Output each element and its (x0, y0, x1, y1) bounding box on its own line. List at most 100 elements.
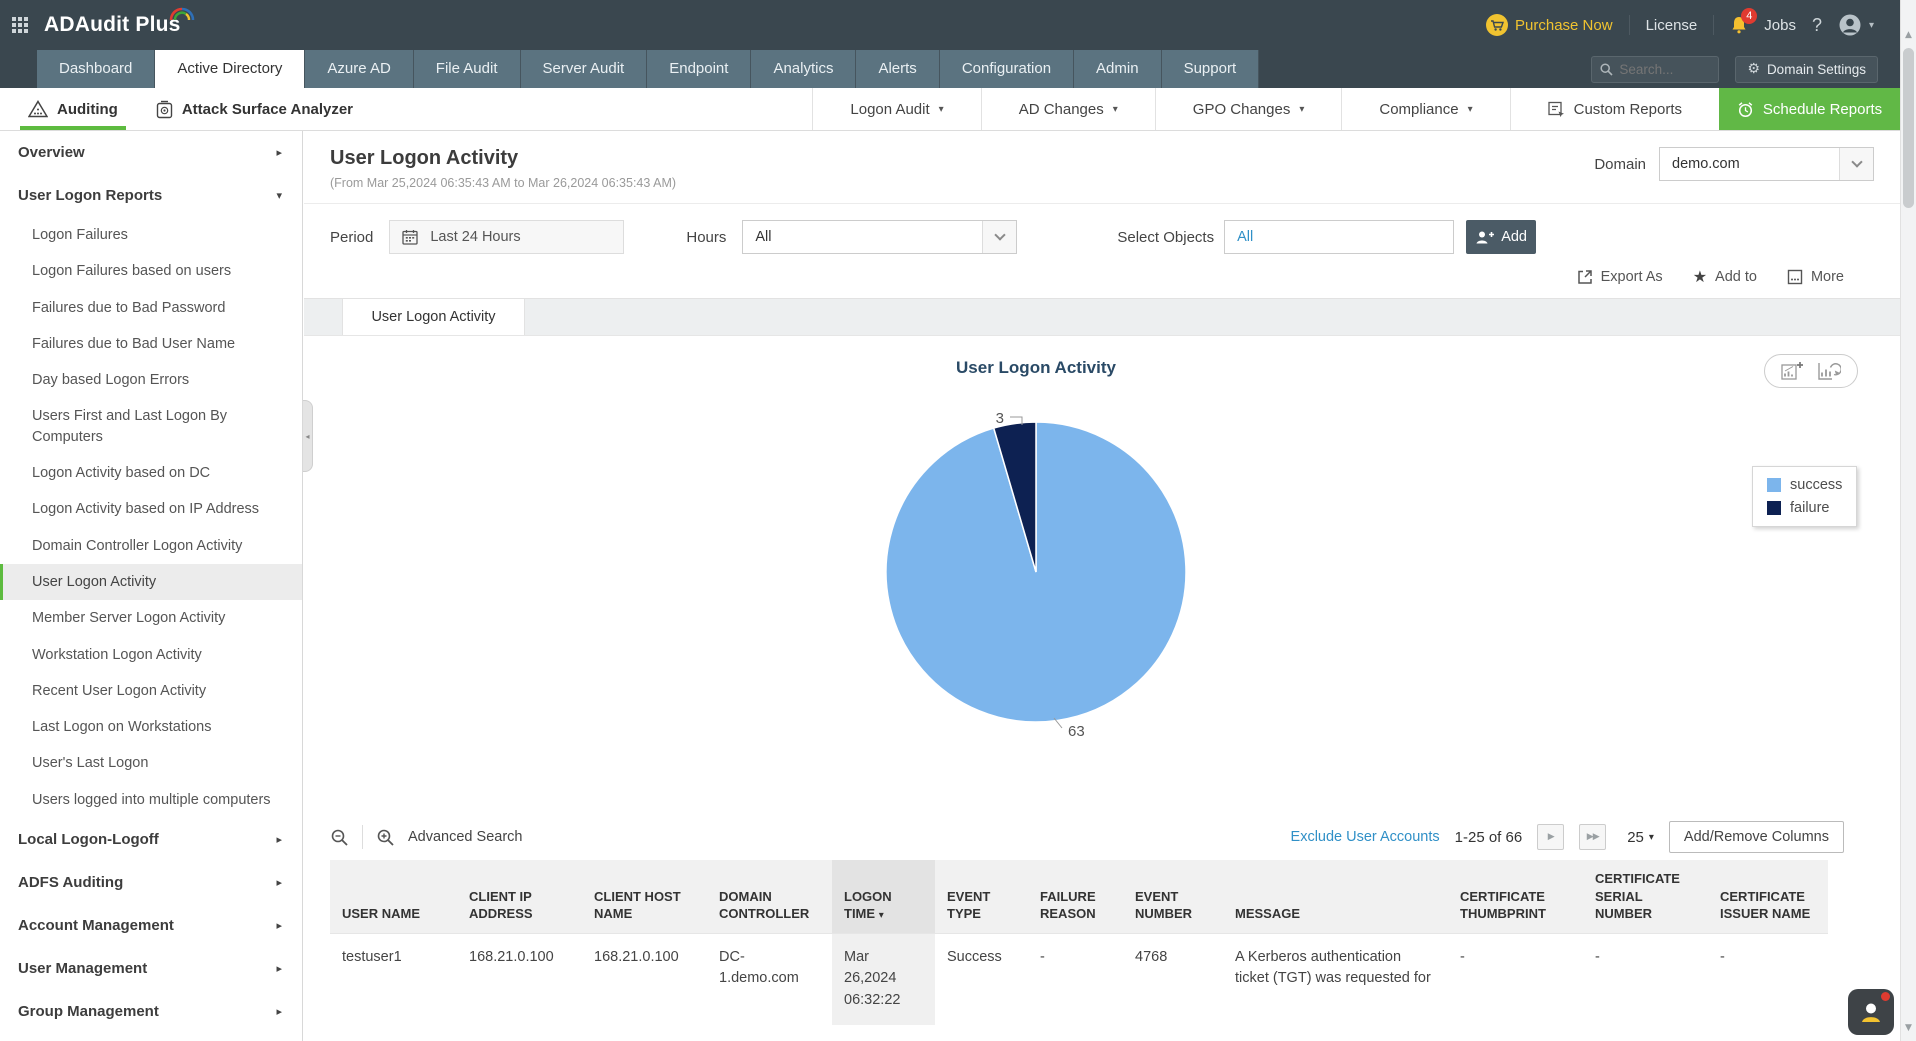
legend-item-success[interactable]: success (1767, 477, 1842, 493)
advanced-search-label[interactable]: Advanced Search (408, 829, 522, 845)
global-search[interactable] (1591, 55, 1720, 83)
tab-file-audit[interactable]: File Audit (413, 50, 521, 88)
tab-attack-surface-analyzer[interactable]: Attack Surface Analyzer (156, 88, 353, 130)
advanced-search-icon[interactable] (376, 828, 395, 847)
menu-ad-changes[interactable]: AD Changes ▾ (980, 88, 1155, 130)
sidebar-section-local-logon-logoff[interactable]: Local Logon-Logoff ▸ (0, 818, 302, 861)
menu-compliance[interactable]: Compliance ▾ (1341, 88, 1509, 130)
sidebar-collapse-handle[interactable]: ◂ (303, 400, 313, 472)
tab-endpoint[interactable]: Endpoint (647, 50, 752, 88)
app-grid-icon[interactable] (12, 17, 28, 33)
table-row[interactable]: testuser1 168.21.0.100 168.21.0.100 DC-1… (330, 932, 1828, 1025)
col-domain-controller[interactable]: DOMAIN CONTROLLER (707, 860, 832, 934)
sidebar-item-recent-user[interactable]: Recent User Logon Activity (0, 673, 302, 709)
sidebar-item-multiple-computers[interactable]: Users logged into multiple computers (0, 782, 302, 818)
sidebar-section-user-management[interactable]: User Management ▸ (0, 947, 302, 990)
col-logon-time[interactable]: LOGON TIME ▾ (832, 860, 935, 934)
sidebar-item-workstation[interactable]: Workstation Logon Activity (0, 637, 302, 673)
col-user-name[interactable]: USER NAME (330, 860, 457, 934)
sidebar-item-logon-failures-users[interactable]: Logon Failures based on users (0, 253, 302, 289)
col-client-host[interactable]: CLIENT HOST NAME (582, 860, 707, 934)
scroll-up-arrow[interactable]: ▲ (1901, 30, 1916, 40)
sidebar-item-member-server[interactable]: Member Server Logon Activity (0, 600, 302, 636)
sidebar-section-group-management[interactable]: Group Management ▸ (0, 990, 302, 1033)
sidebar-item-users-last-logon[interactable]: User's Last Logon (0, 745, 302, 781)
scrollbar-thumb[interactable] (1903, 48, 1914, 208)
col-cert-serial[interactable]: CERTIFICATE SERIAL NUMBER (1583, 860, 1708, 934)
refresh-chart-icon[interactable] (1817, 361, 1841, 381)
tab-support[interactable]: Support (1161, 50, 1260, 88)
divider (1628, 15, 1630, 35)
select-objects-field[interactable]: All (1224, 220, 1455, 254)
vertical-scrollbar[interactable]: ▲ ▼ (1900, 0, 1916, 1041)
app-logo[interactable]: ADAudit Plus (44, 7, 194, 37)
sidebar-section-account-management[interactable]: Account Management ▸ (0, 904, 302, 947)
tab-azure-ad[interactable]: Azure AD (305, 50, 414, 88)
add-objects-button[interactable]: Add (1466, 220, 1537, 254)
sidebar-item-last-logon-workstations[interactable]: Last Logon on Workstations (0, 709, 302, 745)
sidebar-item-logon-failures[interactable]: Logon Failures (0, 217, 302, 253)
sidebar-item-bad-user-name[interactable]: Failures due to Bad User Name (0, 326, 302, 362)
hours-select[interactable]: All (742, 220, 1018, 254)
more-button[interactable]: More (1787, 269, 1844, 285)
custom-reports-button[interactable]: Custom Reports (1509, 88, 1719, 130)
col-message[interactable]: MESSAGE (1223, 860, 1448, 934)
user-menu-button[interactable]: ▾ (1838, 13, 1874, 37)
col-event-type[interactable]: EVENT TYPE (935, 860, 1028, 934)
sidebar-item-first-last-logon[interactable]: Users First and Last Logon By Computers (0, 398, 302, 455)
sidebar-section-user-logon-reports[interactable]: User Logon Reports ▾ (0, 174, 302, 217)
col-failure-reason[interactable]: FAILURE REASON (1028, 860, 1123, 934)
menu-gpo-changes[interactable]: GPO Changes ▾ (1154, 88, 1342, 130)
domain-select[interactable]: demo.com (1659, 147, 1874, 181)
domain-settings-button[interactable]: ⚙ Domain Settings (1735, 55, 1878, 83)
col-cert-thumbprint[interactable]: CERTIFICATE THUMBPRINT (1448, 860, 1583, 934)
license-button[interactable]: License (1646, 17, 1698, 34)
sidebar-item-dc-logon-activity[interactable]: Domain Controller Logon Activity (0, 528, 302, 564)
tab-configuration[interactable]: Configuration (939, 50, 1075, 88)
sidebar-item-bad-password[interactable]: Failures due to Bad Password (0, 290, 302, 326)
last-page-button[interactable]: ▶▶ (1579, 824, 1607, 850)
sort-desc-icon[interactable]: ▾ (879, 910, 884, 921)
sidebar-item-logon-activity-dc[interactable]: Logon Activity based on DC (0, 455, 302, 491)
add-remove-columns-button[interactable]: Add/Remove Columns (1668, 821, 1844, 853)
page-size-select[interactable]: 25 ▾ (1627, 829, 1654, 846)
notifications-button[interactable]: 4 (1730, 8, 1758, 35)
legend-swatch-failure (1767, 501, 1781, 515)
purchase-now-button[interactable]: Purchase Now (1486, 14, 1613, 36)
add-chart-icon[interactable] (1781, 361, 1803, 381)
export-as-button[interactable]: Export As (1577, 269, 1663, 285)
jobs-button[interactable]: Jobs (1764, 17, 1796, 34)
col-client-ip[interactable]: CLIENT IP ADDRESS (457, 860, 582, 934)
tab-analytics[interactable]: Analytics (751, 50, 857, 88)
next-page-button[interactable]: ▶ (1537, 824, 1565, 850)
tab-active-directory[interactable]: Active Directory (155, 50, 306, 88)
auditing-label: Auditing (57, 100, 118, 118)
tab-auditing[interactable]: Auditing (20, 88, 126, 130)
sidebar-item-day-based-errors[interactable]: Day based Logon Errors (0, 362, 302, 398)
menu-logon-audit[interactable]: Logon Audit ▾ (812, 88, 980, 130)
legend-item-failure[interactable]: failure (1767, 500, 1842, 516)
pie-chart[interactable]: 3 63 (836, 377, 1236, 777)
sidebar-section-overview[interactable]: Overview ▸ (0, 131, 302, 174)
sidebar-section-computer-management[interactable]: Computer Management ▸ (0, 1033, 302, 1041)
tab-dashboard[interactable]: Dashboard (37, 50, 156, 88)
tab-server-audit[interactable]: Server Audit (520, 50, 648, 88)
sidebar-item-user-logon-activity[interactable]: User Logon Activity (0, 563, 302, 601)
tab-alerts[interactable]: Alerts (856, 50, 940, 88)
chat-widget-button[interactable] (1848, 989, 1894, 1035)
period-picker[interactable]: Last 24 Hours (389, 220, 625, 254)
col-cert-issuer[interactable]: CERTIFICATE ISSUER NAME (1708, 860, 1828, 934)
col-event-number[interactable]: EVENT NUMBER (1123, 860, 1223, 934)
search-icon[interactable] (330, 828, 349, 847)
search-input[interactable] (1619, 61, 1706, 77)
sidebar-item-logon-activity-ip[interactable]: Logon Activity based on IP Address (0, 491, 302, 527)
schedule-reports-button[interactable]: Schedule Reports (1719, 88, 1900, 130)
add-to-button[interactable]: ★ Add to (1693, 267, 1757, 286)
sidebar-section-adfs-auditing[interactable]: ADFS Auditing ▸ (0, 861, 302, 904)
tab-user-logon-activity[interactable]: User Logon Activity (342, 299, 525, 335)
exclude-user-accounts-link[interactable]: Exclude User Accounts (1291, 829, 1440, 845)
help-button[interactable]: ? (1812, 15, 1822, 36)
chevron-down-icon: ▾ (1648, 831, 1654, 843)
scroll-down-arrow[interactable]: ▼ (1901, 1023, 1916, 1033)
tab-admin[interactable]: Admin (1074, 50, 1162, 88)
